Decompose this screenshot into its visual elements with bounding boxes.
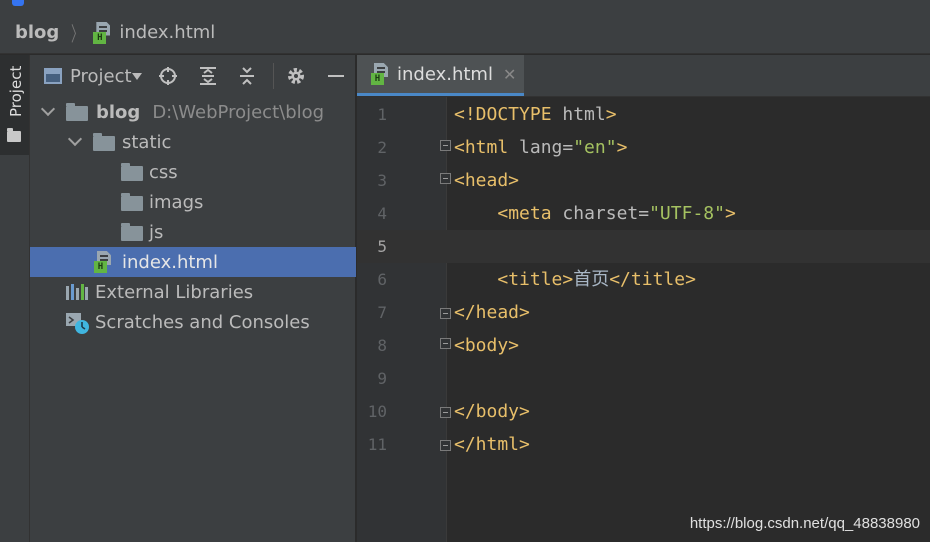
tree-item-external-libraries[interactable]: External Libraries: [30, 277, 356, 307]
fold-marker-icon[interactable]: [440, 338, 451, 349]
tab-label: index.html: [397, 63, 493, 85]
editor-area: H index.html ✕ 1 <!DOCTYPE html> 2 <html…: [357, 55, 930, 542]
code-text[interactable]: <html lang="en">: [454, 131, 627, 164]
html-file-icon: H: [371, 63, 391, 85]
tree-item-label: index.html: [122, 251, 218, 273]
expand-all-icon[interactable]: [197, 65, 219, 87]
code-text[interactable]: <body>: [454, 329, 519, 362]
folder-icon: [121, 223, 143, 241]
project-view-icon: [44, 68, 62, 84]
project-panel-header: Project: [30, 55, 356, 97]
code-text[interactable]: </html>: [454, 428, 530, 461]
line-number: 2: [377, 138, 387, 157]
breadcrumb-separator-icon: 〉: [71, 22, 84, 46]
locate-file-icon[interactable]: [157, 65, 179, 87]
tree-item-imags[interactable]: imags: [30, 187, 356, 217]
tree-item-label: Scratches and Consoles: [95, 311, 310, 333]
tree-item-label: External Libraries: [95, 281, 254, 303]
code-line[interactable]: 9: [357, 362, 930, 395]
code-text[interactable]: <title>首页</title>: [454, 263, 696, 296]
line-number: 3: [377, 171, 387, 190]
code-line[interactable]: 3 <head>: [357, 164, 930, 197]
line-number: 5: [377, 237, 387, 256]
chevron-down-icon[interactable]: [67, 131, 83, 147]
code-text[interactable]: <meta charset="UTF-8">: [454, 197, 735, 230]
project-panel: Project blog D:\WebProject\blog static c…: [30, 55, 356, 542]
tree-item-css[interactable]: css: [30, 157, 356, 187]
tree-item-label: blog: [96, 101, 141, 123]
tree-item-label: static: [122, 131, 172, 153]
html-file-icon: H: [93, 21, 113, 44]
tree-item-scratches[interactable]: Scratches and Consoles: [30, 307, 356, 337]
close-icon[interactable]: ✕: [503, 65, 516, 84]
tree-item-index-html[interactable]: H index.html: [30, 247, 356, 277]
fold-marker-icon[interactable]: [440, 140, 451, 151]
line-number: 8: [377, 336, 387, 355]
code-line[interactable]: 11 </html>: [357, 428, 930, 461]
code-text[interactable]: </body>: [454, 395, 530, 428]
watermark-text: https://blog.csdn.net/qq_48838980: [689, 515, 920, 532]
tree-item-path: D:\WebProject\blog: [152, 101, 325, 123]
tree-item-static[interactable]: static: [30, 127, 356, 157]
code-line[interactable]: 2 <html lang="en">: [357, 131, 930, 164]
folder-icon: [121, 163, 143, 181]
navigation-bar: blog 〉 H index.html: [0, 12, 930, 54]
code-line[interactable]: 7 </head>: [357, 296, 930, 329]
fold-marker-icon[interactable]: [440, 407, 451, 418]
code-line[interactable]: 8 <body>: [357, 329, 930, 362]
code-line[interactable]: 6 <title>首页</title>: [357, 263, 930, 296]
collapse-all-icon[interactable]: [236, 65, 258, 87]
project-tab-label: Project: [7, 65, 25, 117]
fold-marker-icon[interactable]: [440, 440, 451, 451]
scratches-clock-icon: [66, 313, 90, 335]
code-line[interactable]: 10 </body>: [357, 395, 930, 428]
toolbar-divider: [273, 63, 274, 89]
line-number: 6: [377, 270, 387, 289]
code-line-current[interactable]: 5: [357, 230, 930, 263]
code-text[interactable]: <head>: [454, 164, 519, 197]
editor-tab-bar: H index.html ✕: [357, 55, 930, 97]
library-icon: [66, 284, 88, 300]
html-file-icon: H: [94, 251, 114, 273]
tree-item-label: imags: [149, 191, 204, 213]
folder-icon: [7, 128, 21, 142]
code-line[interactable]: 1 <!DOCTYPE html>: [357, 98, 930, 131]
line-number: 7: [377, 303, 387, 322]
folder-icon: [121, 193, 143, 211]
gear-icon[interactable]: [285, 65, 307, 87]
line-number: 10: [367, 402, 387, 421]
breadcrumb-file[interactable]: index.html: [119, 22, 215, 43]
tree-item-blog[interactable]: blog D:\WebProject\blog: [30, 97, 356, 127]
tree-item-label: css: [149, 161, 178, 183]
fold-marker-icon[interactable]: [440, 308, 451, 319]
tree-item-js[interactable]: js: [30, 217, 356, 247]
project-tool-window-tab[interactable]: Project: [0, 55, 29, 155]
chevron-down-icon[interactable]: [40, 101, 56, 117]
project-tree: blog D:\WebProject\blog static css imags …: [30, 97, 356, 337]
breadcrumb-project[interactable]: blog: [15, 22, 59, 43]
line-number: 11: [367, 435, 387, 454]
code-line[interactable]: 4 <meta charset="UTF-8">: [357, 197, 930, 230]
line-number: 9: [377, 369, 387, 388]
folder-icon: [93, 133, 115, 151]
hide-panel-icon[interactable]: [325, 65, 347, 87]
tree-item-label: js: [149, 221, 164, 243]
editor-tab-index-html[interactable]: H index.html ✕: [357, 55, 524, 96]
app-logo: [12, 0, 24, 6]
line-number: 1: [377, 105, 387, 124]
line-number: 4: [377, 204, 387, 223]
left-tool-stripe: Project: [0, 55, 30, 542]
code-text[interactable]: </head>: [454, 296, 530, 329]
folder-icon: [66, 103, 88, 121]
chevron-down-icon[interactable]: [131, 72, 142, 80]
code-text[interactable]: <!DOCTYPE html>: [454, 98, 617, 131]
fold-marker-icon[interactable]: [440, 173, 451, 184]
project-view-selector[interactable]: Project: [70, 66, 132, 87]
